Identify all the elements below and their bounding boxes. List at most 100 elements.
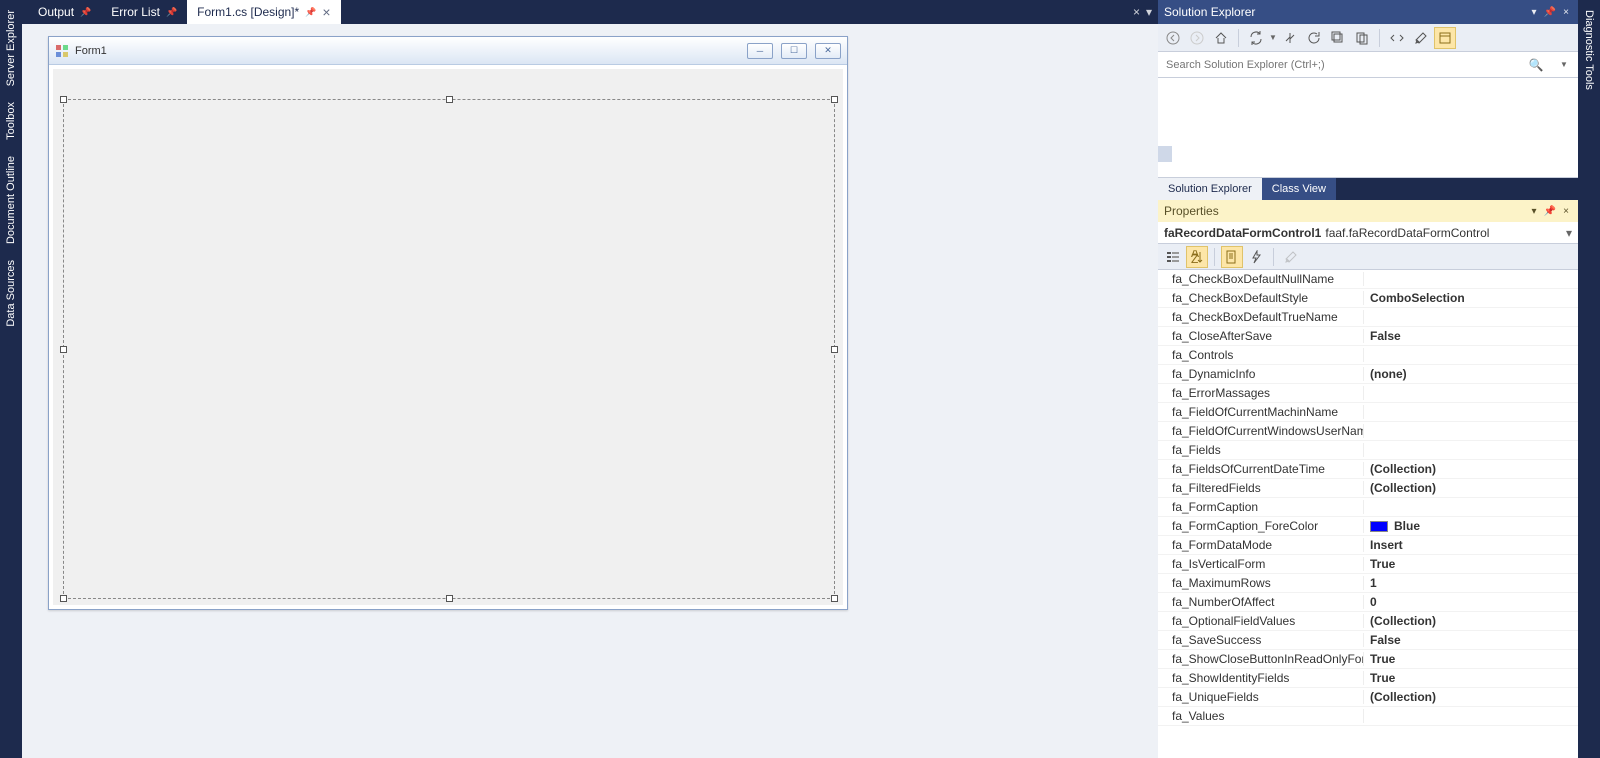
resize-handle[interactable]	[60, 96, 67, 103]
property-value[interactable]: Insert	[1364, 538, 1574, 552]
property-value[interactable]: 1	[1364, 576, 1574, 590]
alphabetical-icon[interactable]: AZ	[1186, 246, 1208, 268]
property-row[interactable]: fa_FormCaption_ForeColorBlue	[1158, 517, 1578, 536]
close-panel-icon[interactable]: ×	[1560, 6, 1572, 18]
property-row[interactable]: fa_FieldOfCurrentWindowsUserName	[1158, 422, 1578, 441]
property-value[interactable]: (Collection)	[1364, 614, 1574, 628]
property-row[interactable]: fa_CheckBoxDefaultStyleComboSelection	[1158, 289, 1578, 308]
minimize-icon[interactable]: ─	[747, 43, 773, 59]
property-value[interactable]: True	[1364, 671, 1574, 685]
property-row[interactable]: fa_FormCaption	[1158, 498, 1578, 517]
search-icon[interactable]: 🔍	[1522, 58, 1550, 72]
categorized-icon[interactable]	[1162, 246, 1184, 268]
tab-solution-explorer[interactable]: Solution Explorer	[1158, 178, 1262, 200]
form-design-surface[interactable]: Form1 ─ ☐ ✕	[22, 24, 1158, 758]
property-value[interactable]: (none)	[1364, 367, 1574, 381]
left-tab-toolbox[interactable]: Toolbox	[3, 96, 19, 146]
close-panel-icon[interactable]: ×	[1560, 205, 1572, 217]
property-value[interactable]: (Collection)	[1364, 690, 1574, 704]
chevron-down-icon[interactable]: ▾	[1566, 226, 1572, 240]
right-tab-diagnostic-tools[interactable]: Diagnostic Tools	[1581, 4, 1597, 96]
window-options-icon[interactable]: ▾	[1146, 5, 1152, 19]
properties-page-icon[interactable]	[1221, 246, 1243, 268]
left-tab-document-outline[interactable]: Document Outline	[3, 150, 19, 250]
property-row[interactable]: fa_ErrorMassages	[1158, 384, 1578, 403]
tab-output[interactable]: Output 📌	[28, 0, 101, 24]
left-tab-data-sources[interactable]: Data Sources	[3, 254, 19, 333]
property-row[interactable]: fa_CloseAfterSaveFalse	[1158, 327, 1578, 346]
property-value[interactable]: ComboSelection	[1364, 291, 1574, 305]
collapse-all-icon[interactable]	[1327, 27, 1349, 49]
property-row[interactable]: fa_OptionalFieldValues(Collection)	[1158, 612, 1578, 631]
pin-icon[interactable]: 📌	[80, 7, 91, 18]
property-row[interactable]: fa_UniqueFields(Collection)	[1158, 688, 1578, 707]
property-row[interactable]: fa_FormDataModeInsert	[1158, 536, 1578, 555]
property-value[interactable]: (Collection)	[1364, 462, 1574, 476]
close-document-icon[interactable]: ×	[1133, 5, 1140, 19]
chevron-down-icon[interactable]: ▼	[1269, 33, 1277, 42]
properties-grid[interactable]: fa_CheckBoxDefaultNullNamefa_CheckBoxDef…	[1158, 270, 1578, 758]
maximize-icon[interactable]: ☐	[781, 43, 807, 59]
property-value[interactable]: True	[1364, 652, 1574, 666]
pin-icon[interactable]: 📌	[166, 7, 177, 18]
property-row[interactable]: fa_CheckBoxDefaultNullName	[1158, 270, 1578, 289]
form-client-area[interactable]	[53, 69, 843, 605]
property-value[interactable]: Blue	[1364, 519, 1574, 533]
view-code-icon[interactable]	[1386, 27, 1408, 49]
left-tab-server-explorer[interactable]: Server Explorer	[3, 4, 19, 92]
form-preview-window[interactable]: Form1 ─ ☐ ✕	[48, 36, 848, 610]
close-window-icon[interactable]: ✕	[815, 43, 841, 59]
resize-handle[interactable]	[60, 595, 67, 602]
autohide-pin-icon[interactable]: 📌	[1544, 205, 1556, 217]
property-value[interactable]: (Collection)	[1364, 481, 1574, 495]
tab-form-designer[interactable]: Form1.cs [Design]* 📌 ×	[187, 0, 340, 24]
nav-back-icon[interactable]	[1162, 27, 1184, 49]
properties-icon[interactable]	[1410, 27, 1432, 49]
solution-explorer-tree[interactable]	[1158, 78, 1578, 178]
resize-handle[interactable]	[831, 595, 838, 602]
property-row[interactable]: fa_FilteredFields(Collection)	[1158, 479, 1578, 498]
home-icon[interactable]	[1210, 27, 1232, 49]
window-position-icon[interactable]: ▾	[1528, 205, 1540, 217]
resize-handle[interactable]	[831, 346, 838, 353]
events-icon[interactable]	[1245, 246, 1267, 268]
property-row[interactable]: fa_FieldsOfCurrentDateTime(Collection)	[1158, 460, 1578, 479]
property-row[interactable]: fa_CheckBoxDefaultTrueName	[1158, 308, 1578, 327]
search-input[interactable]	[1158, 59, 1522, 71]
property-row[interactable]: fa_SaveSuccessFalse	[1158, 631, 1578, 650]
property-row[interactable]: fa_ShowCloseButtonInReadOnlyFormTrue	[1158, 650, 1578, 669]
resize-handle[interactable]	[60, 346, 67, 353]
property-row[interactable]: fa_MaximumRows1	[1158, 574, 1578, 593]
property-pages-icon[interactable]	[1280, 246, 1302, 268]
tab-class-view[interactable]: Class View	[1262, 178, 1336, 200]
property-row[interactable]: fa_ShowIdentityFieldsTrue	[1158, 669, 1578, 688]
preview-selected-icon[interactable]	[1434, 27, 1456, 49]
properties-object-selector[interactable]: faRecordDataFormControl1 faaf.faRecordDa…	[1158, 222, 1578, 244]
property-row[interactable]: fa_IsVerticalFormTrue	[1158, 555, 1578, 574]
property-value[interactable]: 0	[1364, 595, 1574, 609]
sync-icon[interactable]	[1245, 27, 1267, 49]
pending-changes-icon[interactable]	[1279, 27, 1301, 49]
property-row[interactable]: fa_Controls	[1158, 346, 1578, 365]
property-row[interactable]: fa_Values	[1158, 707, 1578, 726]
property-row[interactable]: fa_DynamicInfo(none)	[1158, 365, 1578, 384]
chevron-down-icon[interactable]: ▼	[1550, 60, 1578, 69]
autohide-pin-icon[interactable]: 📌	[1544, 6, 1556, 18]
resize-handle[interactable]	[831, 96, 838, 103]
refresh-icon[interactable]	[1303, 27, 1325, 49]
property-row[interactable]: fa_NumberOfAffect0	[1158, 593, 1578, 612]
property-row[interactable]: fa_FieldOfCurrentMachinName	[1158, 403, 1578, 422]
nav-forward-icon[interactable]	[1186, 27, 1208, 49]
resize-handle[interactable]	[446, 595, 453, 602]
tab-error-list[interactable]: Error List 📌	[101, 0, 187, 24]
pin-icon[interactable]: 📌	[305, 7, 316, 18]
property-value[interactable]: False	[1364, 329, 1574, 343]
property-row[interactable]: fa_Fields	[1158, 441, 1578, 460]
close-icon[interactable]: ×	[322, 5, 330, 19]
show-all-files-icon[interactable]	[1351, 27, 1373, 49]
resize-handle[interactable]	[446, 96, 453, 103]
property-value[interactable]: True	[1364, 557, 1574, 571]
selected-control[interactable]	[63, 99, 835, 599]
property-value[interactable]: False	[1364, 633, 1574, 647]
window-position-icon[interactable]: ▾	[1528, 6, 1540, 18]
